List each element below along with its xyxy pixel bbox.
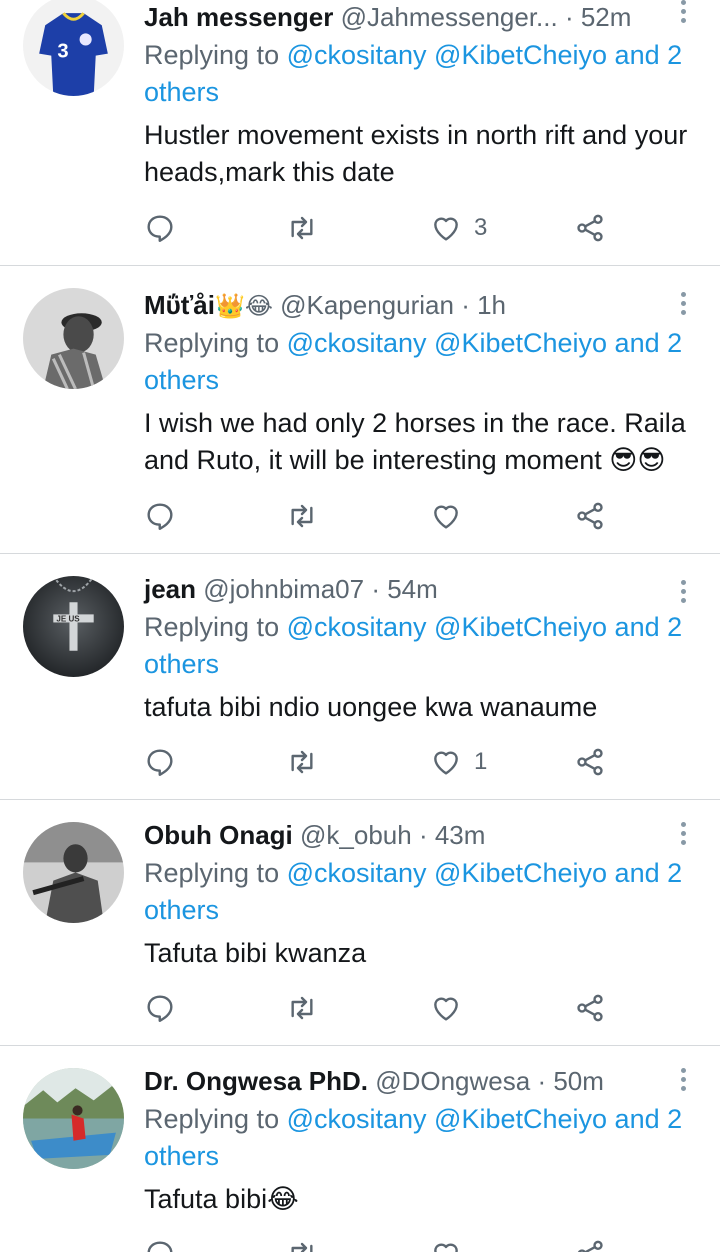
user-handle[interactable]: @johnbima07: [203, 574, 364, 604]
timestamp[interactable]: · 52m: [565, 2, 631, 32]
retweet-icon: [291, 996, 313, 1020]
display-name[interactable]: Obuh Onagi: [144, 820, 293, 850]
tweet-text: Tafuta bibi kwanza: [144, 938, 367, 968]
retweet-icon: [291, 216, 313, 240]
share-icon: [577, 1240, 603, 1252]
retweet-button[interactable]: [286, 1234, 318, 1252]
replying-prefix: Replying to: [144, 328, 287, 358]
reply-button[interactable]: [144, 208, 176, 248]
like-icon: [434, 505, 458, 529]
tweet[interactable]: JE US jean @johnbima07 · 54m Replying to…: [0, 554, 720, 800]
replying-to: Replying to @ckositany @KibetCheiyo and …: [144, 855, 696, 929]
display-name[interactable]: Jah messenger: [144, 2, 333, 32]
replying-prefix: Replying to: [144, 612, 287, 642]
tweet-actions: 1: [144, 742, 614, 782]
like-icon: [434, 751, 458, 775]
like-icon: [434, 217, 458, 241]
tweet-actions: [144, 988, 614, 1028]
share-button[interactable]: [574, 1234, 606, 1252]
retweet-button[interactable]: [286, 208, 318, 248]
replying-to: Replying to @ckositany @KibetCheiyo and …: [144, 37, 696, 111]
svg-text:JE US: JE US: [56, 614, 80, 623]
share-icon: [577, 502, 603, 530]
retweet-icon: [291, 1242, 313, 1252]
share-button[interactable]: [574, 496, 606, 536]
retweet-button[interactable]: [286, 988, 318, 1028]
share-icon: [577, 214, 603, 242]
reply-button[interactable]: [144, 496, 176, 536]
like-button[interactable]: [430, 496, 474, 536]
share-button[interactable]: [574, 988, 606, 1028]
avatar[interactable]: [23, 822, 124, 923]
reply-icon: [147, 749, 173, 776]
reply-icon: [147, 1241, 173, 1252]
tweet-header: Jah messenger @Jahmessenger... · 52m: [144, 0, 696, 34]
name-emoji: 👑😂: [214, 293, 273, 320]
tweet-text: Tafuta bibi😂: [144, 1184, 299, 1214]
share-icon: [577, 748, 603, 776]
like-icon: [434, 1243, 458, 1252]
retweet-button[interactable]: [286, 742, 318, 782]
tweet[interactable]: Dr. Ongwesa PhD. @DOngwesa · 50m Replyin…: [0, 1046, 720, 1252]
share-button[interactable]: [574, 742, 606, 782]
user-handle[interactable]: @DOngwesa: [375, 1066, 530, 1096]
timestamp[interactable]: · 50m: [537, 1066, 603, 1096]
reply-button[interactable]: [144, 988, 176, 1028]
tweet-actions: [144, 1234, 614, 1252]
like-count: 1: [474, 748, 488, 775]
tweet-header: Dr. Ongwesa PhD. @DOngwesa · 50m: [144, 1064, 696, 1098]
share-button[interactable]: [574, 208, 606, 248]
avatar[interactable]: JE US: [23, 576, 124, 677]
replying-to: Replying to @ckositany @KibetCheiyo and …: [144, 609, 696, 683]
like-button[interactable]: [430, 988, 474, 1028]
replying-prefix: Replying to: [144, 858, 287, 888]
like-button[interactable]: 1: [430, 742, 487, 782]
retweet-icon: [291, 750, 313, 774]
tweet-actions: 3: [144, 208, 614, 248]
timestamp[interactable]: · 43m: [419, 820, 485, 850]
like-button[interactable]: 3: [430, 208, 487, 248]
tweet-text: Hustler movement exists in north rift an…: [144, 120, 688, 187]
replying-prefix: Replying to: [144, 1104, 287, 1134]
tweet-header: Mΰťåi👑😂 @Kapengurian · 1h: [144, 288, 696, 322]
replying-to: Replying to @ckositany @KibetCheiyo and …: [144, 1101, 696, 1175]
like-count: 3: [474, 214, 488, 241]
avatar[interactable]: [23, 288, 124, 389]
display-name[interactable]: jean: [144, 574, 196, 604]
reply-button[interactable]: [144, 742, 176, 782]
tweet-text: tafuta bibi ndio uongee kwa wanaume: [144, 692, 598, 722]
tweet[interactable]: Mΰťåi👑😂 @Kapengurian · 1h Replying to @c…: [0, 266, 720, 554]
tweet-actions: [144, 496, 614, 536]
user-handle[interactable]: @k_obuh: [300, 820, 412, 850]
tweet[interactable]: Obuh Onagi @k_obuh · 43m Replying to @ck…: [0, 800, 720, 1046]
timestamp[interactable]: · 54m: [371, 574, 437, 604]
share-icon: [577, 994, 603, 1022]
like-button[interactable]: [430, 1234, 474, 1252]
tweet-header: jean @johnbima07 · 54m: [144, 572, 696, 606]
reply-icon: [147, 503, 173, 530]
display-name[interactable]: Mΰťåi: [144, 290, 215, 320]
svg-text:3: 3: [57, 41, 68, 63]
replying-to: Replying to @ckositany @KibetCheiyo and …: [144, 325, 696, 399]
retweet-button[interactable]: [286, 496, 318, 536]
timestamp[interactable]: · 1h: [461, 290, 506, 320]
like-icon: [434, 997, 458, 1021]
reply-icon: [147, 995, 173, 1022]
avatar[interactable]: 3: [23, 0, 124, 96]
tweet-header: Obuh Onagi @k_obuh · 43m: [144, 818, 696, 852]
reply-icon: [147, 215, 173, 242]
tweet-text: I wish we had only 2 horses in the race.…: [144, 408, 686, 475]
replying-prefix: Replying to: [144, 40, 287, 70]
user-handle[interactable]: @Jahmessenger...: [341, 2, 558, 32]
user-handle[interactable]: @Kapengurian: [280, 290, 454, 320]
retweet-icon: [291, 504, 313, 528]
tweet[interactable]: 3 Jah messenger @Jahmessenger... · 52m R…: [0, 0, 720, 266]
display-name[interactable]: Dr. Ongwesa PhD.: [144, 1066, 368, 1096]
avatar[interactable]: [23, 1068, 124, 1169]
reply-button[interactable]: [144, 1234, 176, 1252]
